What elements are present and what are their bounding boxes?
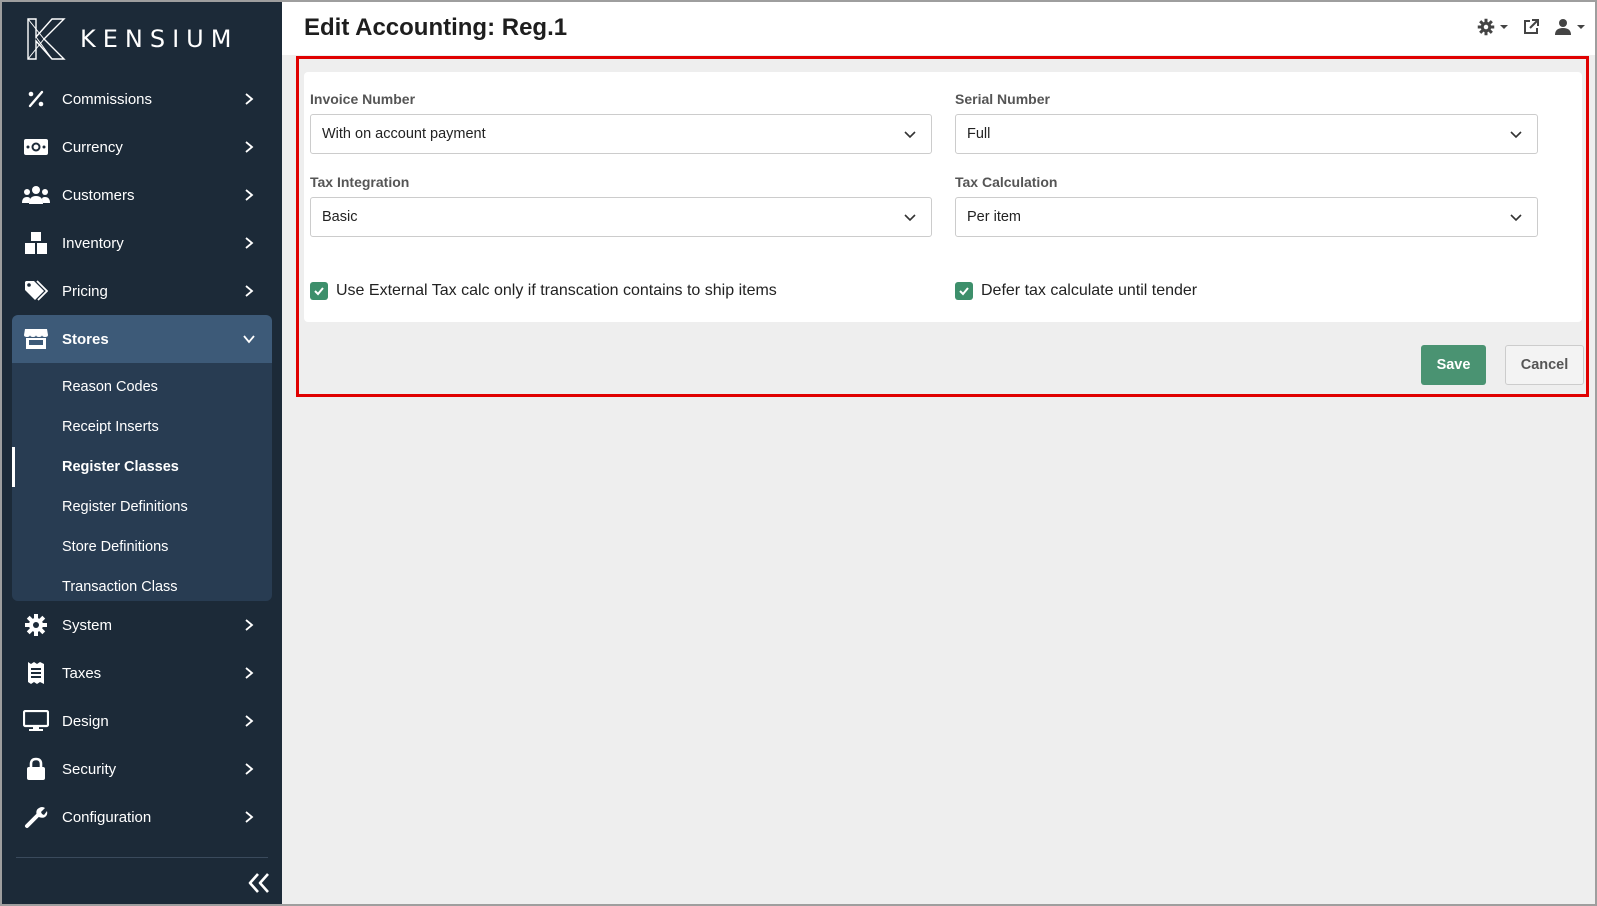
lock-icon (22, 755, 50, 783)
submenu-item-receipt-inserts[interactable]: Receipt Inserts (12, 407, 272, 447)
external-link-icon (1524, 19, 1539, 34)
settings-menu-button[interactable] (1477, 18, 1508, 36)
sidebar-item-configuration[interactable]: Configuration (2, 793, 282, 841)
sidebar-item-label: Commissions (62, 90, 153, 108)
store-icon (22, 325, 50, 353)
brand-logo[interactable]: KENSIUM (26, 16, 238, 62)
caret-down-icon (1577, 25, 1585, 29)
sidebar-item-design[interactable]: Design (2, 697, 282, 745)
collapse-sidebar-icon[interactable] (246, 870, 272, 896)
sidebar-item-stores[interactable]: Stores (12, 315, 272, 363)
sidebar-item-label: Security (62, 760, 117, 778)
receipt-icon (22, 659, 50, 687)
money-icon (22, 133, 50, 161)
monitor-icon (22, 707, 50, 735)
submenu-item-register-classes[interactable]: Register Classes (12, 447, 272, 487)
sidebar-item-commissions[interactable]: Commissions (2, 75, 282, 123)
brand-name: KENSIUM (80, 25, 239, 53)
chevron-right-icon (245, 189, 254, 201)
gear-icon (22, 611, 50, 639)
chevron-right-icon (245, 285, 254, 297)
chevron-right-icon (245, 763, 254, 775)
sidebar-divider (16, 857, 268, 858)
sidebar-item-label: System (62, 616, 113, 634)
submenu-item-reason-codes[interactable]: Reason Codes (12, 367, 272, 407)
percent-icon (22, 85, 50, 113)
sidebar-item-system[interactable]: System (2, 601, 282, 649)
sidebar-item-currency[interactable]: Currency (2, 123, 282, 171)
users-icon (22, 181, 50, 209)
sidebar-item-label: Design (62, 712, 109, 730)
sidebar-item-label: Stores (62, 330, 109, 348)
sidebar-item-label: Configuration (62, 808, 152, 826)
user-icon (1555, 19, 1571, 35)
user-menu-button[interactable] (1554, 18, 1585, 36)
submenu-item-store-definitions[interactable]: Store Definitions (12, 527, 272, 567)
chevron-right-icon (245, 619, 254, 631)
tags-icon (22, 277, 50, 305)
open-external-button[interactable] (1522, 18, 1540, 36)
wrench-icon (22, 803, 50, 831)
sidebar-item-customers[interactable]: Customers (2, 171, 282, 219)
header-actions (1477, 18, 1585, 36)
submenu-item-register-definitions[interactable]: Register Definitions (12, 487, 272, 527)
gear-icon (1477, 18, 1495, 36)
sidebar-item-inventory[interactable]: Inventory (2, 219, 282, 267)
chevron-right-icon (245, 715, 254, 727)
stores-submenu: Reason Codes Receipt Inserts Register Cl… (12, 363, 272, 601)
chevron-right-icon (245, 93, 254, 105)
page-title: Edit Accounting: Reg.1 (304, 14, 568, 41)
app-window: KENSIUM Commissions Currency Customers I… (0, 0, 1597, 906)
sidebar: KENSIUM Commissions Currency Customers I… (2, 2, 282, 904)
sidebar-item-security[interactable]: Security (2, 745, 282, 793)
chevron-right-icon (245, 141, 254, 153)
chevron-right-icon (245, 667, 254, 679)
sidebar-item-label: Inventory (62, 234, 124, 252)
chevron-right-icon (245, 237, 254, 249)
sidebar-item-label: Currency (62, 138, 123, 156)
chevron-right-icon (245, 811, 254, 823)
highlight-box (296, 56, 1589, 397)
sidebar-item-taxes[interactable]: Taxes (2, 649, 282, 697)
boxes-icon (22, 229, 50, 257)
sidebar-item-label: Taxes (62, 664, 102, 682)
caret-down-icon (1500, 25, 1508, 29)
top-header: Edit Accounting: Reg.1 (282, 2, 1595, 55)
sidebar-nav: Commissions Currency Customers Inventory… (2, 75, 282, 841)
sidebar-item-label: Customers (62, 186, 135, 204)
chevron-down-icon (243, 335, 255, 344)
sidebar-item-pricing[interactable]: Pricing (2, 267, 282, 315)
sidebar-item-label: Pricing (62, 282, 108, 300)
kensium-logo-icon (27, 18, 66, 60)
